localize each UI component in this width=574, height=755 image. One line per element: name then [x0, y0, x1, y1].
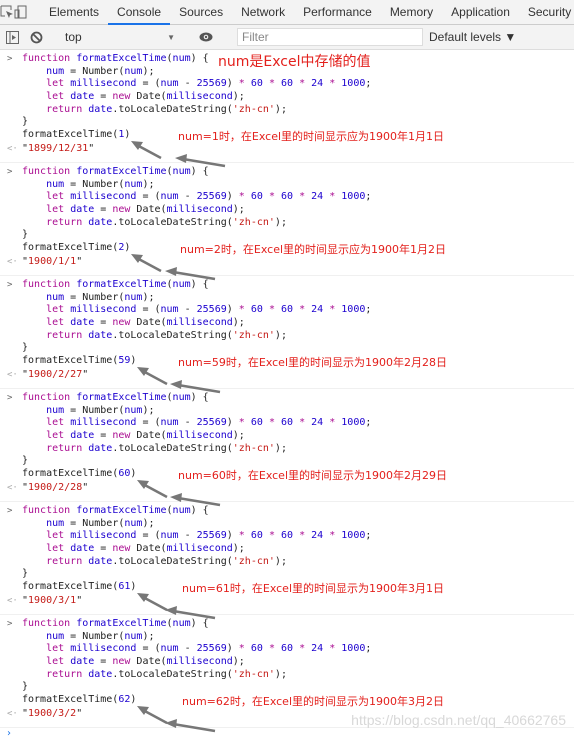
tab-elements[interactable]: Elements [40, 0, 108, 24]
code-line: return date.toLocaleDateString('zh-cn'); [46, 216, 287, 228]
code-line: let millisecond = (num - 25569) * 60 * 6… [46, 191, 372, 203]
devtools-tabbar: Elements Console Sources Network Perform… [0, 0, 574, 25]
console-toolbar: top ▼ Filter Default levels ▼ [0, 25, 574, 50]
result-prompt-icon: <· [7, 143, 18, 154]
device-toggle-icon[interactable] [14, 0, 28, 24]
code-line: num = Number(num); [46, 404, 155, 416]
annotation-note: num=60时，在Excel里的时间显示为1900年2月29日 [178, 469, 447, 482]
code-line: return date.toLocaleDateString('zh-cn'); [46, 329, 287, 341]
result-prompt-icon: <· [7, 708, 18, 719]
console-entry: > function formatExcelTime(num) { num = N… [0, 50, 574, 168]
code-line: num = Number(num); [46, 630, 155, 642]
console-entry: > function formatExcelTime(num) { num = N… [0, 276, 574, 394]
watermark: https://blog.csdn.net/qq_40662765 [351, 712, 566, 728]
tab-performance[interactable]: Performance [294, 0, 381, 24]
result-value: <· "1900/2/27" [7, 368, 89, 380]
annotation-note: num=2时，在Excel里的时间显示应为1900年1月2日 [180, 243, 447, 256]
code-line: let date = new Date(millisecond); [46, 204, 245, 216]
code-line: let millisecond = (num - 25569) * 60 * 6… [46, 304, 372, 316]
result-value: <· "1899/12/31" [7, 142, 95, 154]
result-prompt-icon: <· [7, 369, 18, 380]
code-line: let millisecond = (num - 25569) * 60 * 6… [46, 78, 372, 90]
tab-network[interactable]: Network [232, 0, 294, 24]
console-entry: > function formatExcelTime(num) { num = N… [0, 389, 574, 507]
tab-memory[interactable]: Memory [381, 0, 442, 24]
tab-console[interactable]: Console [108, 0, 171, 25]
log-levels-dropdown[interactable]: Default levels ▼ [429, 30, 516, 44]
context-value: top [65, 30, 82, 44]
code-line: > function formatExcelTime(num) { [7, 279, 209, 290]
header-annotation: num是Excel中存储的值 [218, 54, 371, 70]
input-prompt-icon: > [7, 280, 13, 290]
input-prompt-icon: > [7, 167, 13, 177]
code-line: let date = new Date(millisecond); [46, 91, 245, 103]
inspect-element-icon[interactable] [0, 0, 14, 24]
input-prompt-icon: > [7, 54, 13, 64]
tab-security[interactable]: Security [519, 0, 574, 24]
code-line: let millisecond = (num - 25569) * 60 * 6… [46, 417, 372, 429]
code-line: num = Number(num); [46, 178, 155, 190]
code-line: let date = new Date(millisecond); [46, 317, 245, 329]
result-value: <· "1900/3/1" [7, 594, 83, 606]
code-line: return date.toLocaleDateString('zh-cn'); [46, 103, 287, 115]
code-line: > function formatExcelTime(num) { [7, 166, 209, 177]
input-prompt-icon: > [7, 619, 13, 629]
annotation-note: num=59时，在Excel里的时间显示为1900年2月28日 [178, 356, 447, 369]
annotation-note: num=62时，在Excel里的时间显示为1900年3月2日 [182, 695, 445, 708]
live-expression-icon[interactable] [194, 32, 218, 42]
tab-application[interactable]: Application [442, 0, 519, 24]
code-line: return date.toLocaleDateString('zh-cn'); [46, 442, 287, 454]
filter-placeholder: Filter [242, 30, 269, 44]
result-prompt-icon: <· [7, 482, 18, 493]
result-value: <· "1900/1/1" [7, 255, 83, 267]
result-value: <· "1900/2/28" [7, 481, 89, 493]
code-line: > function formatExcelTime(num) { [7, 505, 209, 516]
sidebar-toggle-icon[interactable] [0, 30, 24, 44]
console-entry: > function formatExcelTime(num) { num = N… [0, 502, 574, 620]
result-prompt-icon: <· [7, 595, 18, 606]
code-line: let millisecond = (num - 25569) * 60 * 6… [46, 530, 372, 542]
code-line: > function formatExcelTime(num) { [7, 392, 209, 403]
code-line: num = Number(num); [46, 517, 155, 529]
code-line: let date = new Date(millisecond); [46, 430, 245, 442]
code-line: return date.toLocaleDateString('zh-cn'); [46, 668, 287, 680]
code-line: num = Number(num); [46, 291, 155, 303]
code-line: let date = new Date(millisecond); [46, 543, 245, 555]
clear-console-icon[interactable] [24, 31, 48, 44]
annotation-note: num=61时，在Excel里的时间显示为1900年3月1日 [182, 582, 445, 595]
console-prompt[interactable]: › [0, 728, 574, 740]
code-line: let millisecond = (num - 25569) * 60 * 6… [46, 643, 372, 655]
context-selector[interactable]: top ▼ [61, 30, 181, 44]
code-line: let date = new Date(millisecond); [46, 656, 245, 668]
console-entry: > function formatExcelTime(num) { num = N… [0, 163, 574, 281]
input-prompt-icon: > [7, 393, 13, 403]
code-line: > function formatExcelTime(num) { [7, 618, 209, 629]
filter-input[interactable]: Filter [237, 28, 423, 46]
tab-sources[interactable]: Sources [170, 0, 232, 24]
console-output: > function formatExcelTime(num) { num = N… [0, 50, 574, 733]
dropdown-arrow-icon: ▼ [167, 32, 175, 42]
input-prompt-icon: > [7, 506, 13, 516]
code-line: return date.toLocaleDateString('zh-cn'); [46, 555, 287, 567]
result-prompt-icon: <· [7, 256, 18, 267]
annotation-note: num=1时，在Excel里的时间显示应为1900年1月1日 [178, 130, 445, 143]
